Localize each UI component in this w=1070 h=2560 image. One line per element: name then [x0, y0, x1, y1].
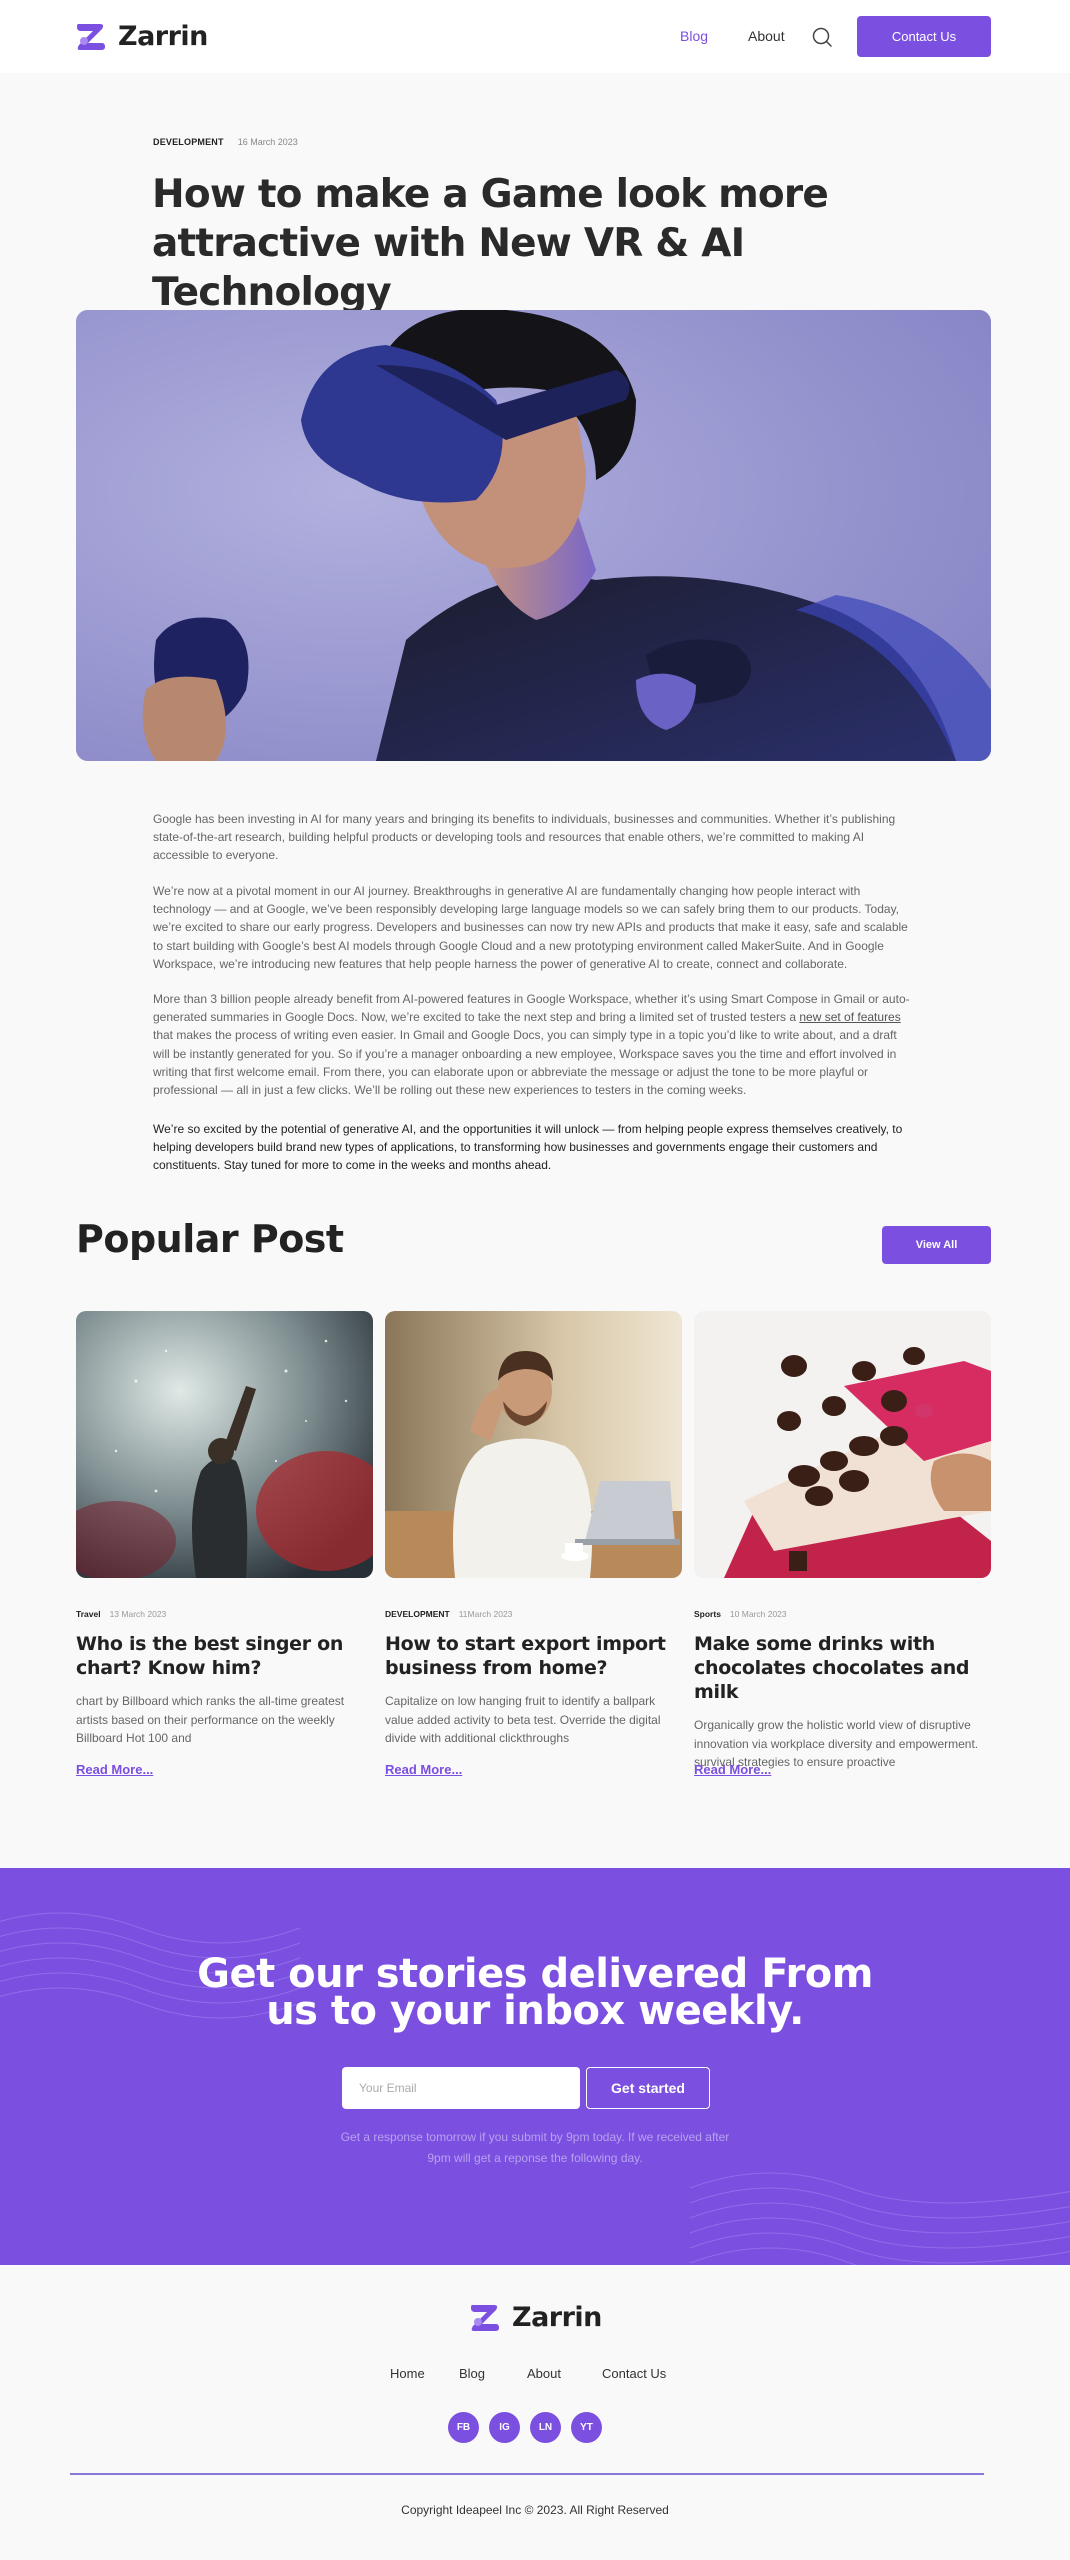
instagram-icon[interactable]: IG: [489, 2412, 520, 2443]
newsletter-title: Get our stories delivered From us to you…: [197, 1951, 873, 2034]
article-date: 16 March 2023: [237, 137, 298, 147]
facebook-icon[interactable]: FB: [448, 2412, 479, 2443]
logo-text: Zarrin: [118, 20, 208, 52]
nav-blog-link[interactable]: Blog: [680, 28, 708, 44]
site-logo[interactable]: Zarrin: [74, 19, 208, 53]
popular-post-heading: Popular Post: [76, 1217, 344, 1261]
post-meta: DEVELOPMENT 11March 2023: [385, 1609, 682, 1619]
post-date: 11March 2023: [458, 1609, 513, 1619]
post-excerpt: Capitalize on low hanging fruit to ident…: [385, 1694, 661, 1745]
hero-image-vr-man: [76, 310, 991, 761]
post-date: 13 March 2023: [109, 1609, 167, 1619]
post-title[interactable]: How to start export import business from…: [385, 1632, 682, 1680]
read-more-link[interactable]: Read More...: [385, 1762, 462, 1777]
new-features-link[interactable]: new set of features: [799, 1010, 900, 1024]
zarrin-logo-icon: [471, 2305, 499, 2331]
post-meta: Travel 13 March 2023: [76, 1609, 373, 1619]
article-meta: DEVELOPMENT 16 March 2023: [153, 137, 298, 147]
footer-nav-about[interactable]: About: [527, 2366, 561, 2381]
get-started-button[interactable]: Get started: [586, 2067, 710, 2109]
article-paragraph: We’re now at a pivotal moment in our AI …: [153, 884, 908, 971]
zarrin-logo-icon: [77, 24, 105, 50]
newsletter-section: Get our stories delivered From us to you…: [0, 1868, 1070, 2265]
businessman-phone-image[interactable]: [385, 1311, 682, 1578]
footer-nav-contact[interactable]: Contact Us: [602, 2366, 666, 2381]
contact-us-button[interactable]: Contact Us: [857, 16, 991, 57]
youtube-icon[interactable]: YT: [571, 2412, 602, 2443]
read-more-link[interactable]: Read More...: [694, 1762, 771, 1777]
copyright-text: Copyright Ideapeel Inc © 2023. All Right…: [401, 2503, 669, 2517]
post-excerpt: chart by Billboard which ranks the all-t…: [76, 1694, 345, 1745]
article-title: How to make a Game look more attractive …: [152, 172, 829, 315]
newsletter-note: Get a response tomorrow if you submit by…: [340, 2130, 730, 2165]
post-card[interactable]: Travel 13 March 2023 Who is the best sin…: [76, 1311, 373, 1777]
nav-about-link[interactable]: About: [748, 28, 785, 44]
singer-concert-image[interactable]: [76, 1311, 373, 1578]
email-input[interactable]: [342, 2067, 580, 2109]
post-card[interactable]: Sports 10 March 2023 Make some drinks wi…: [694, 1311, 991, 1777]
footer-logo-text: Zarrin: [512, 2301, 602, 2333]
article-paragraph: More than 3 billion people already benef…: [153, 992, 910, 1098]
footer-divider: [70, 2473, 984, 2475]
chocolates-box-image[interactable]: [694, 1311, 991, 1578]
post-meta: Sports 10 March 2023: [694, 1609, 991, 1619]
site-header: Zarrin Blog About Contact Us: [0, 0, 1070, 73]
post-category[interactable]: Sports: [694, 1609, 721, 1619]
view-all-button[interactable]: View All: [882, 1226, 991, 1264]
post-date: 10 March 2023: [729, 1609, 787, 1619]
post-category[interactable]: DEVELOPMENT: [385, 1609, 450, 1619]
article-closing-paragraph: We’re so excited by the potential of gen…: [153, 1122, 903, 1173]
read-more-link[interactable]: Read More...: [76, 1762, 153, 1777]
footer-nav-blog[interactable]: Blog: [459, 2366, 485, 2381]
post-card[interactable]: DEVELOPMENT 11March 2023 How to start ex…: [385, 1311, 682, 1777]
post-category[interactable]: Travel: [76, 1609, 101, 1619]
social-links: FB IG LN YT: [448, 2412, 602, 2443]
post-title[interactable]: Who is the best singer on chart? Know hi…: [76, 1632, 373, 1680]
footer-nav-home[interactable]: Home: [390, 2366, 425, 2381]
footer-logo[interactable]: Zarrin: [468, 2300, 602, 2334]
article-category[interactable]: DEVELOPMENT: [153, 137, 224, 147]
linkedin-icon[interactable]: LN: [530, 2412, 561, 2443]
search-icon[interactable]: [811, 26, 833, 48]
post-title[interactable]: Make some drinks with chocolates chocola…: [694, 1632, 991, 1704]
article-paragraph: Google has been investing in AI for many…: [153, 812, 896, 863]
